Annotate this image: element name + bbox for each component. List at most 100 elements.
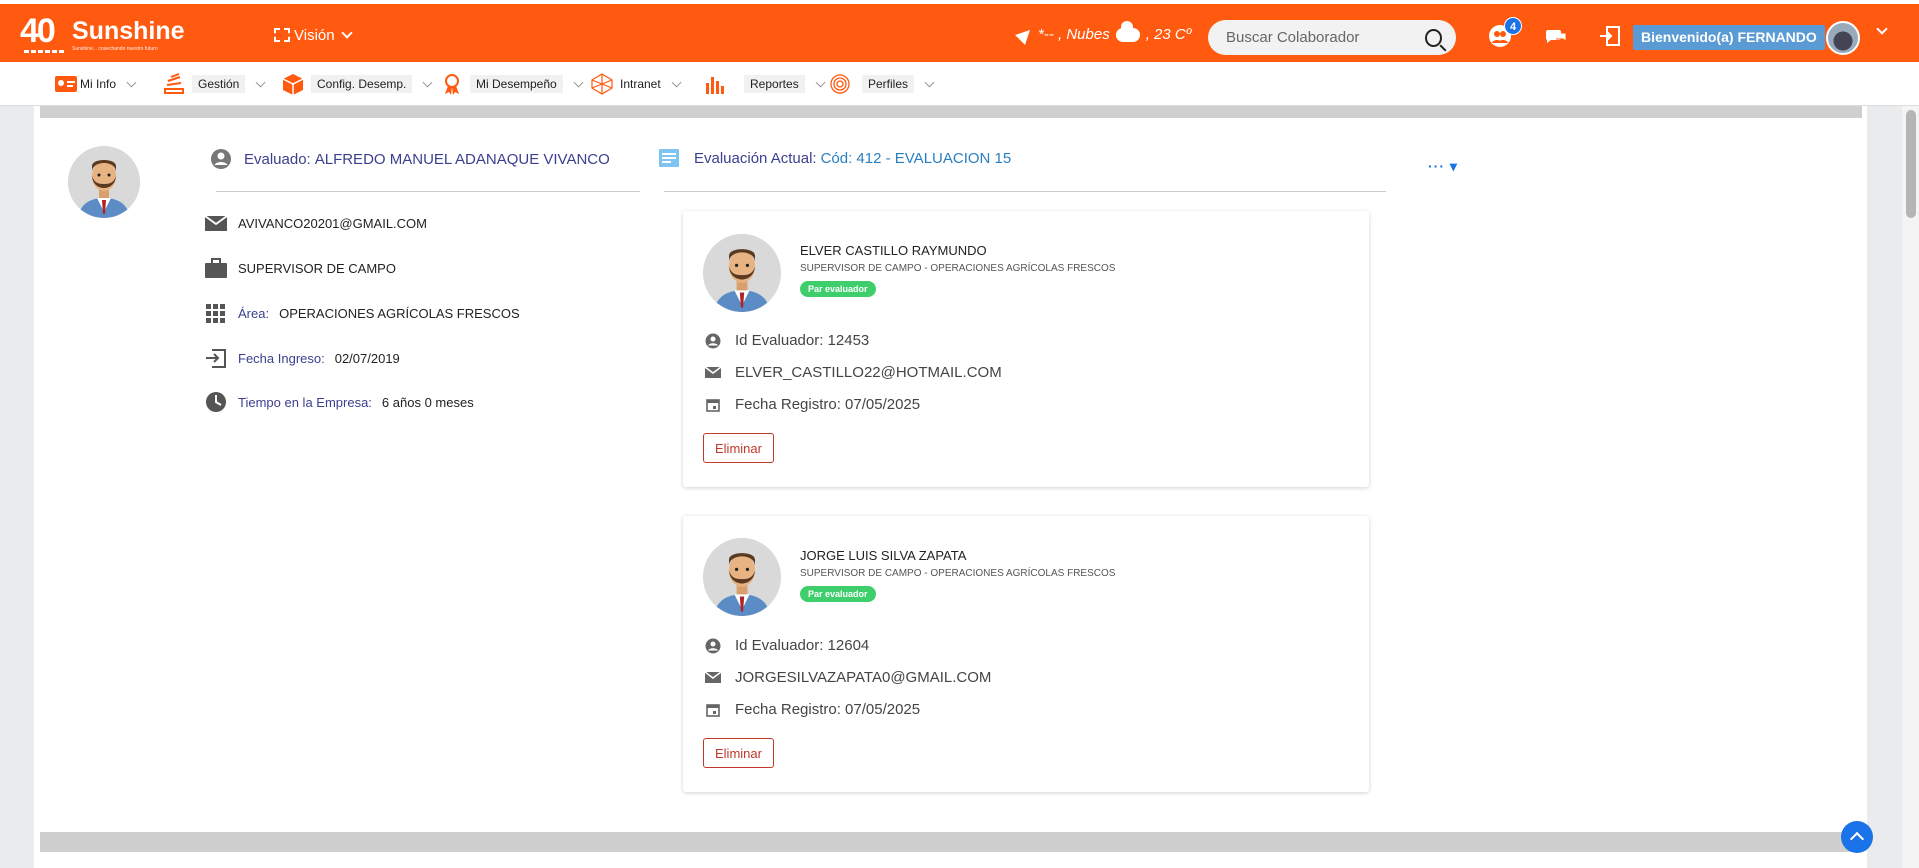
top-bar: 40 Sunshine Sunshine... cosechando nuest…	[0, 4, 1919, 62]
document-icon	[659, 149, 679, 167]
menu-gestion[interactable]: Gestión	[162, 72, 266, 96]
menu-perfiles[interactable]: Perfiles	[828, 72, 935, 96]
chevron-down-icon	[924, 77, 935, 87]
search-box	[1208, 20, 1456, 55]
tiempo-label: Tiempo en la Empresa:	[238, 394, 372, 410]
menu-intranet[interactable]: Intranet	[590, 72, 682, 96]
evaluator-card: ELVER CASTILLO RAYMUNDO SUPERVISOR DE CA…	[683, 211, 1369, 487]
chevron-down-icon	[815, 77, 826, 87]
evaluado-header: Evaluado: ALFREDO MANUEL ADANAQUE VIVANC…	[210, 148, 610, 170]
evaluado-email-row: AVIVANCO20201@GMAIL.COM	[204, 212, 427, 234]
evaluator-card: JORGE LUIS SILVA ZAPATA SUPERVISOR DE CA…	[683, 516, 1369, 792]
user-circle-icon	[705, 638, 721, 653]
evaluado-email: AVIVANCO20201@GMAIL.COM	[238, 215, 427, 231]
user-circle-icon	[211, 149, 231, 169]
vision-menu[interactable]: Visión	[274, 24, 353, 46]
id-card-icon	[55, 76, 77, 92]
scrollbar[interactable]	[1902, 106, 1919, 868]
area-label: Área:	[238, 305, 270, 321]
evaluator-avatar	[703, 234, 781, 312]
evaluator-date: Fecha Registro: 07/05/2025	[735, 701, 921, 718]
scroll-to-top-button[interactable]	[1841, 821, 1873, 853]
chevron-down-icon	[422, 77, 433, 87]
evaluator-name: JORGE LUIS SILVA ZAPATA	[800, 548, 967, 563]
evaluator-email: JORGESILVAZAPATA0@GMAIL.COM	[735, 669, 992, 686]
delete-evaluator-button[interactable]: Eliminar	[703, 738, 774, 768]
weather-widget: *-- , Nubes , 23 Cº	[1015, 20, 1191, 45]
menu-mi-desempeno[interactable]: Mi Desempeño	[440, 72, 584, 96]
evaluator-subtitle: SUPERVISOR DE CAMPO - OPERACIONES AGRÍCO…	[800, 568, 1116, 579]
sunshine-logo[interactable]: 40 Sunshine Sunshine... cosechando nuest…	[20, 12, 185, 54]
stack-icon	[164, 73, 184, 94]
box-icon	[282, 74, 304, 95]
logo-number: 40	[20, 12, 56, 50]
evaluator-type-badge: Par evaluador	[800, 586, 876, 602]
scrollbar-thumb[interactable]	[1906, 110, 1916, 218]
evaluacion-actual-header: Evaluación Actual: Cód: 412 - EVALUACION…	[658, 148, 1011, 168]
delete-evaluator-button[interactable]: Eliminar	[703, 433, 774, 463]
evaluado-label: Evaluado:	[244, 150, 311, 168]
evaluado-area: OPERACIONES AGRÍCOLAS FRESCOS	[279, 305, 520, 321]
ingreso-label: Fecha Ingreso:	[238, 350, 325, 366]
user-avatar[interactable]	[1826, 21, 1860, 55]
divider	[664, 191, 1386, 192]
evaluator-subtitle: SUPERVISOR DE CAMPO - OPERACIONES AGRÍCO…	[800, 263, 1116, 274]
sign-in-icon	[206, 349, 226, 368]
menu-label: Gestión	[192, 75, 246, 93]
menu-label: Mi Desempeño	[470, 75, 563, 93]
chevron-down-icon	[671, 77, 682, 87]
menu-reportes[interactable]: Reportes	[704, 72, 826, 96]
evaluado-tiempo: 6 años 0 meses	[381, 394, 474, 410]
chevron-down-icon	[340, 26, 353, 39]
menu-label: Intranet	[620, 77, 661, 91]
person-avatar-icon	[703, 234, 781, 312]
evaluado-avatar	[68, 146, 140, 218]
evaluator-avatar	[703, 538, 781, 616]
logo-bars	[24, 50, 64, 53]
grid-icon	[206, 304, 225, 323]
evaluado-name: ALFREDO MANUEL ADANAQUE VIVANCO	[314, 150, 610, 168]
evaluado-position: SUPERVISOR DE CAMPO	[238, 260, 396, 276]
search-input[interactable]	[1226, 29, 1425, 46]
evaluator-id: Id Evaluador: 12604	[735, 637, 870, 654]
evaluator-email: ELVER_CASTILLO22@HOTMAIL.COM	[735, 364, 1002, 381]
cloud-icon	[1115, 20, 1140, 42]
mail-icon	[204, 215, 228, 231]
location-arrow-icon	[1015, 24, 1035, 45]
calendar-icon	[706, 703, 720, 717]
evaluado-ingreso-row: Fecha Ingreso: 02/07/2019	[204, 347, 400, 369]
evaluator-name: ELVER CASTILLO RAYMUNDO	[800, 243, 987, 258]
evaluado-ingreso: 02/07/2019	[334, 350, 400, 366]
evaluator-email-row: JORGESILVAZAPATA0@GMAIL.COM	[705, 669, 991, 686]
notification-badge: 4	[1504, 17, 1522, 35]
fingerprint-icon	[830, 74, 850, 94]
menu-label: Reportes	[744, 75, 805, 93]
logout-icon[interactable]	[1598, 24, 1622, 48]
chevron-down-icon	[573, 77, 584, 87]
weather-text: *-- , Nubes	[1038, 26, 1110, 43]
chat-icon[interactable]	[1544, 24, 1568, 48]
user-circle-icon	[705, 333, 721, 348]
vision-label: Visión	[294, 26, 335, 44]
welcome-button[interactable]: Bienvenido(a) FERNANDO	[1633, 25, 1825, 50]
clock-icon	[206, 392, 226, 412]
more-options-menu[interactable]: ··· ▾	[1428, 158, 1458, 175]
mail-icon	[705, 671, 721, 683]
evaluator-type-badge: Par evaluador	[800, 281, 876, 297]
evaluado-area-row: Área: OPERACIONES AGRÍCOLAS FRESCOS	[204, 302, 520, 324]
evaluator-id: Id Evaluador: 12453	[735, 332, 870, 349]
chevron-down-icon	[255, 77, 266, 87]
briefcase-icon	[205, 258, 227, 278]
evaluator-date-row: Fecha Registro: 07/05/2025	[705, 396, 920, 413]
panel-bottom-bar	[40, 832, 1862, 852]
evaluator-date-row: Fecha Registro: 07/05/2025	[705, 701, 920, 718]
divider	[216, 191, 640, 192]
menu-config-desemp[interactable]: Config. Desemp.	[281, 72, 433, 96]
evaluacion-code: Cód: 412 - EVALUACION 15	[820, 149, 1012, 167]
menu-label: Perfiles	[862, 75, 915, 93]
chevron-down-icon[interactable]	[1876, 23, 1888, 35]
search-icon[interactable]	[1425, 28, 1442, 47]
chevron-down-icon	[126, 77, 137, 87]
menu-mi-info[interactable]: Mi Info	[54, 72, 137, 96]
evaluado-tiempo-row: Tiempo en la Empresa: 6 años 0 meses	[204, 391, 474, 413]
